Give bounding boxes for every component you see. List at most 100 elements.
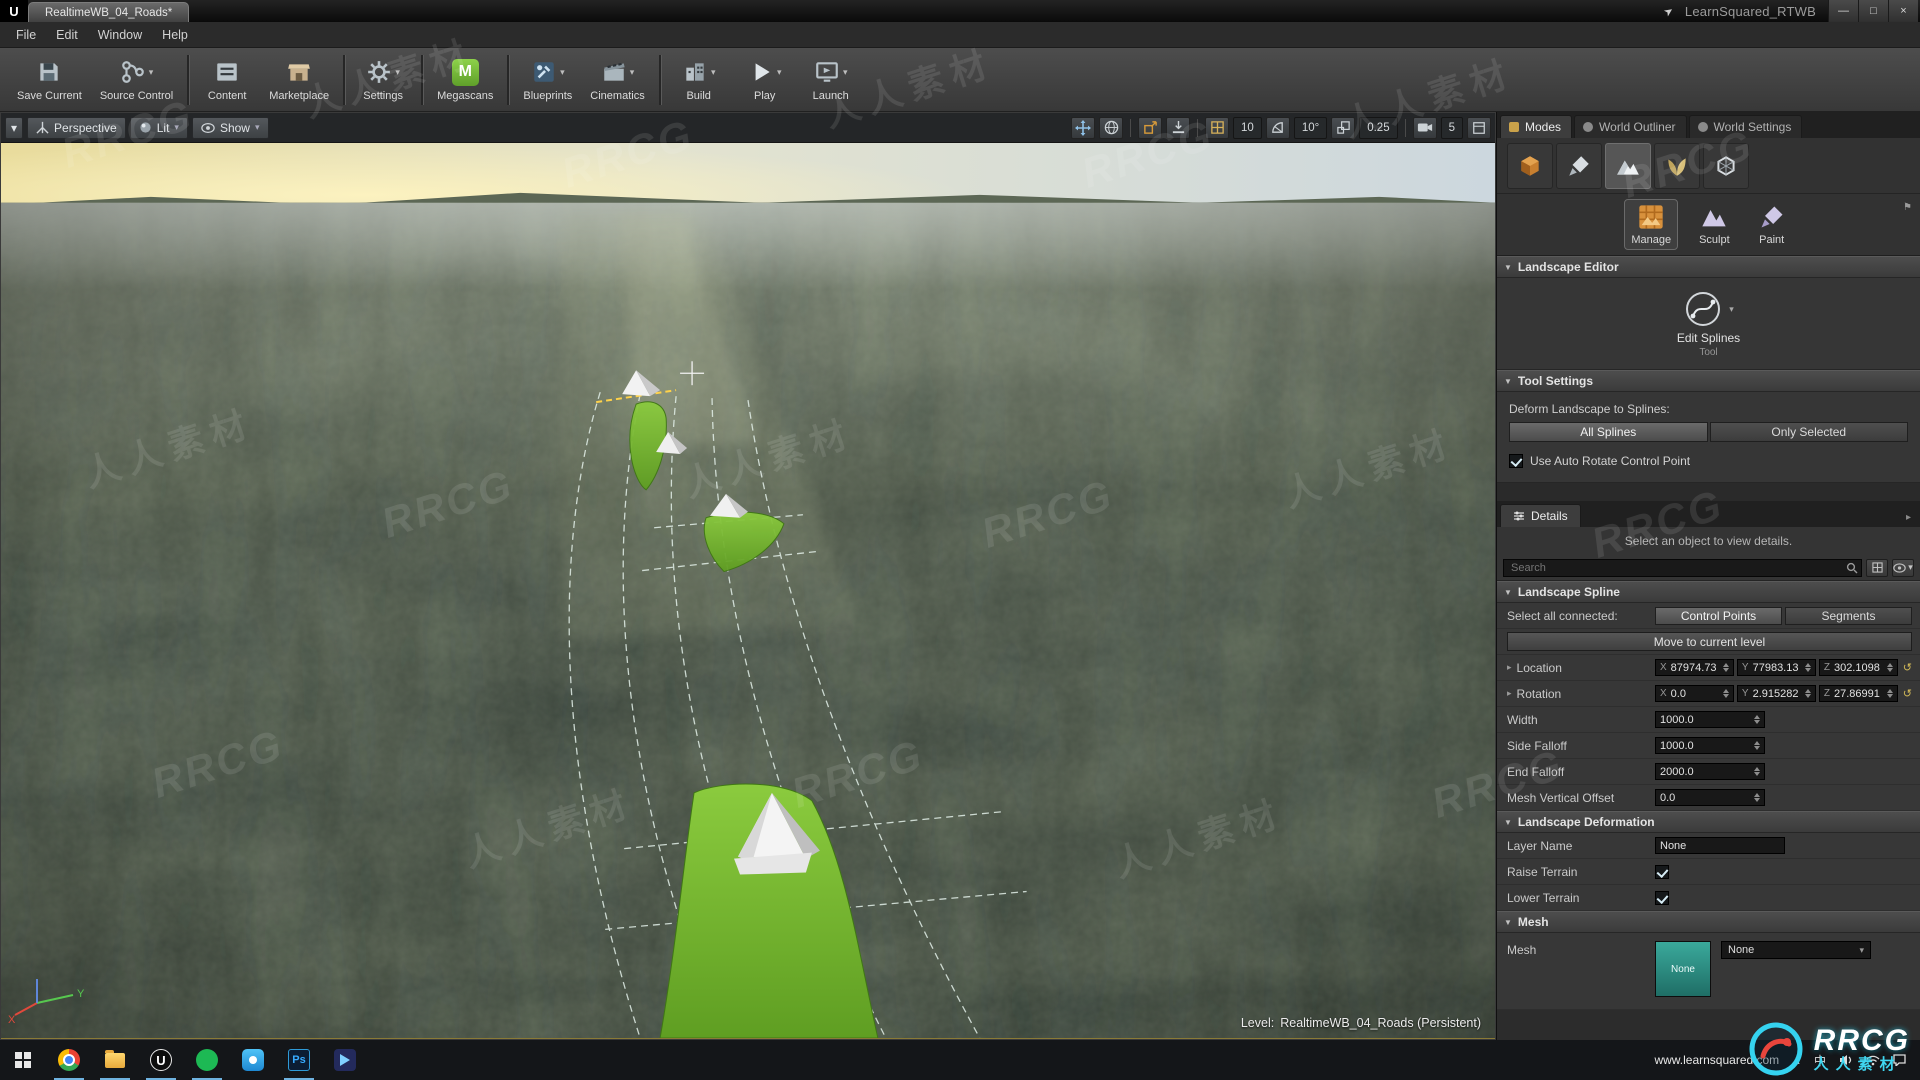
location-x-field[interactable]: X 87974.73 — [1655, 659, 1734, 676]
maximize-viewport-button[interactable] — [1467, 116, 1491, 139]
expand-icon[interactable]: ▸ — [1507, 662, 1512, 673]
view-options-button[interactable]: ▾ — [1892, 558, 1914, 577]
camera-speed-button[interactable] — [1412, 116, 1437, 139]
rotation-snap-value[interactable]: 10° — [1293, 116, 1328, 139]
taskbar-chrome[interactable] — [46, 1040, 92, 1080]
side-falloff-field[interactable]: 1000.0 — [1655, 737, 1765, 754]
reset-to-default-icon[interactable]: ↺ — [1903, 661, 1912, 674]
menu-help[interactable]: Help — [152, 25, 198, 45]
world-coordinate-button[interactable] — [1099, 116, 1124, 139]
surface-snap-button[interactable] — [1166, 116, 1191, 139]
source-control-button[interactable]: ▾ Source Control — [91, 51, 182, 109]
segments-button[interactable]: Segments — [1785, 606, 1912, 625]
mode-paint-button[interactable] — [1556, 142, 1602, 189]
ime-indicator[interactable]: 中 — [1814, 1052, 1826, 1069]
submode-sculpt[interactable]: Sculpt — [1693, 200, 1736, 249]
end-falloff-field[interactable]: 2000.0 — [1655, 763, 1765, 780]
marketplace-button[interactable]: Marketplace — [260, 51, 338, 109]
property-matrix-button[interactable] — [1866, 558, 1888, 577]
mesh-thumbnail[interactable]: None — [1655, 941, 1711, 997]
grid-snap-value[interactable]: 10 — [1233, 116, 1262, 139]
only-selected-button[interactable]: Only Selected — [1709, 422, 1908, 442]
build-button[interactable]: ▾ Build — [666, 51, 732, 109]
location-y-field[interactable]: Y 77983.13 — [1736, 659, 1816, 676]
scale-snap-value[interactable]: 0.25 — [1359, 116, 1398, 139]
viewport-options-button[interactable]: ▾ — [5, 116, 24, 139]
raise-terrain-checkbox[interactable] — [1655, 864, 1669, 879]
lower-terrain-checkbox[interactable] — [1655, 890, 1669, 905]
save-current-button[interactable]: Save Current — [8, 51, 91, 109]
mesh-header[interactable]: ▼ Mesh — [1497, 911, 1920, 933]
landscape-editor-header[interactable]: ▼ Landscape Editor — [1497, 256, 1920, 278]
expand-icon[interactable]: ▸ — [1507, 688, 1512, 699]
menu-file[interactable]: File — [6, 25, 46, 45]
control-points-button[interactable]: Control Points — [1655, 606, 1782, 625]
spinner[interactable] — [1754, 741, 1760, 750]
submode-manage[interactable]: Manage — [1624, 199, 1679, 250]
all-splines-button[interactable]: All Splines — [1509, 422, 1708, 442]
spinner[interactable] — [1722, 689, 1729, 698]
menu-edit[interactable]: Edit — [46, 25, 88, 45]
camera-speed-value[interactable]: 5 — [1440, 116, 1463, 139]
lit-button[interactable]: Lit ▾ — [129, 116, 188, 139]
spinner[interactable] — [1754, 793, 1760, 802]
mode-foliage-button[interactable] — [1654, 142, 1700, 189]
layer-name-field[interactable]: None — [1655, 837, 1785, 854]
spinner[interactable] — [1754, 715, 1760, 724]
mode-place-button[interactable] — [1507, 142, 1553, 189]
spinner[interactable] — [1722, 663, 1729, 672]
search-input[interactable] — [1503, 558, 1862, 577]
mode-landscape-button[interactable] — [1605, 142, 1651, 189]
mesh-vertical-offset-field[interactable]: 0.0 — [1655, 789, 1765, 806]
scale-snap-button[interactable] — [1331, 116, 1356, 139]
taskbar-photoshop[interactable]: Ps — [276, 1040, 322, 1080]
play-button[interactable]: ▾ Play — [732, 51, 798, 109]
edit-splines-tool-button[interactable]: ▾ — [1683, 289, 1734, 329]
tab-overflow-icon[interactable]: ▸ — [1900, 508, 1917, 527]
world-transform-button[interactable] — [1138, 116, 1163, 139]
show-button[interactable]: Show ▾ — [191, 116, 269, 139]
rotation-z-field[interactable]: Z 27.86991 — [1818, 685, 1898, 702]
perspective-button[interactable]: Perspective — [27, 116, 126, 139]
move-to-current-level-button[interactable]: Move to current level — [1507, 632, 1912, 651]
taskbar-messenger[interactable] — [230, 1040, 276, 1080]
start-button[interactable] — [0, 1040, 46, 1080]
tab-world-settings[interactable]: World Settings — [1688, 115, 1803, 138]
megascans-button[interactable]: M Megascans — [428, 51, 502, 109]
spinner[interactable] — [1804, 663, 1811, 672]
action-center-icon[interactable] — [1893, 1054, 1906, 1066]
document-tab[interactable]: RealtimeWB_04_Roads* — [28, 2, 190, 22]
rotation-x-field[interactable]: X 0.0 — [1655, 685, 1734, 702]
spinner[interactable] — [1886, 663, 1893, 672]
tab-world-outliner[interactable]: World Outliner — [1574, 115, 1687, 138]
mode-mesh-paint-button[interactable] — [1703, 142, 1749, 189]
submode-paint[interactable]: Paint — [1752, 200, 1792, 249]
minimize-button[interactable]: — — [1828, 0, 1858, 22]
mesh-select-combo[interactable]: None ▾ — [1721, 941, 1871, 959]
close-button[interactable]: × — [1888, 0, 1918, 22]
viewport-3d-view[interactable]: Level: RealtimeWB_04_Roads (Persistent) … — [1, 143, 1495, 1039]
maximize-button[interactable]: □ — [1858, 0, 1888, 22]
grid-snap-button[interactable] — [1205, 116, 1230, 139]
width-field[interactable]: 1000.0 — [1655, 711, 1765, 728]
landscape-deformation-header[interactable]: ▼ Landscape Deformation — [1497, 811, 1920, 833]
transform-tools-button[interactable] — [1071, 116, 1096, 139]
spinner[interactable] — [1754, 767, 1760, 776]
tab-details[interactable]: Details — [1500, 504, 1581, 527]
blueprints-button[interactable]: ▾ Blueprints — [514, 51, 581, 109]
rotation-snap-button[interactable] — [1265, 116, 1290, 139]
spinner[interactable] — [1886, 689, 1893, 698]
cinematics-button[interactable]: ▾ Cinematics — [581, 51, 653, 109]
location-z-field[interactable]: Z 302.1098 — [1818, 659, 1898, 676]
menu-window[interactable]: Window — [88, 25, 152, 45]
spinner[interactable] — [1804, 689, 1811, 698]
taskbar-unreal[interactable]: U — [138, 1040, 184, 1080]
taskbar-app[interactable] — [322, 1040, 368, 1080]
reset-to-default-icon[interactable]: ↺ — [1903, 687, 1912, 700]
taskbar-spotify[interactable] — [184, 1040, 230, 1080]
launch-button[interactable]: ▾ Launch — [798, 51, 864, 109]
taskbar-explorer[interactable] — [92, 1040, 138, 1080]
settings-button[interactable]: ▾ Settings — [350, 51, 416, 109]
content-button[interactable]: Content — [194, 51, 260, 109]
landscape-spline-header[interactable]: ▼ Landscape Spline — [1497, 581, 1920, 603]
